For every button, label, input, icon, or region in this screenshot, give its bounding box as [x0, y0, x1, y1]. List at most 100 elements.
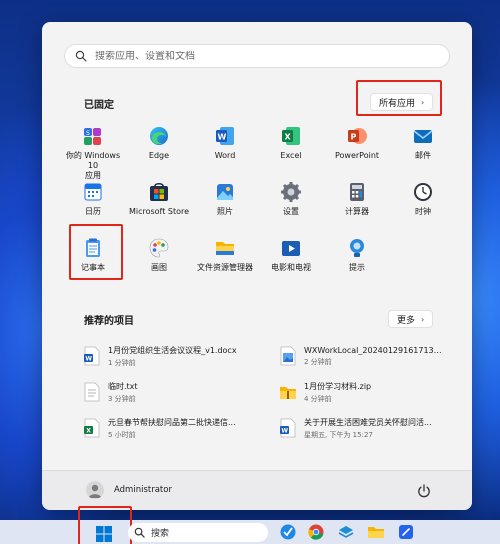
note-app-icon[interactable] [398, 524, 414, 540]
user-account-button[interactable]: Administrator [86, 481, 172, 499]
pinned-app-label: 日历 [85, 207, 101, 216]
recommended-item[interactable]: W 1月份党组织生活会议议程_v1.docx 1 分钟前 [84, 338, 280, 374]
notepad-icon [82, 237, 104, 259]
pinned-app-label: 邮件 [415, 151, 431, 160]
calculator-icon [346, 181, 368, 203]
mail-icon [412, 125, 434, 147]
recommended-list: W 1月份党组织生活会议议程_v1.docx 1 分钟前 WXWorkLocal… [84, 338, 444, 446]
excel-icon: X [280, 125, 302, 147]
pinned-app-settings[interactable]: 设置 [258, 178, 324, 234]
layers-app-icon[interactable] [338, 524, 354, 540]
recommended-item-time: 5 小时前 [108, 430, 136, 439]
pinned-app-movies-tv[interactable]: 电影和电视 [258, 234, 324, 290]
pinned-app-calendar[interactable]: 日历 [60, 178, 126, 234]
windows-start-icon[interactable] [96, 526, 112, 542]
svg-text:W: W [85, 356, 92, 363]
search-input[interactable] [95, 50, 425, 62]
chevron-right-icon: › [421, 314, 425, 324]
pinned-app-label: 记事本 [81, 263, 105, 272]
recommended-item-time: 4 分钟前 [304, 394, 332, 403]
svg-text:P: P [351, 133, 357, 142]
text-file-icon [84, 382, 100, 402]
windows-apps-icon: S [82, 125, 104, 147]
search-icon [75, 50, 87, 62]
pinned-app-paint[interactable]: 画图 [126, 234, 192, 290]
taskbar-search[interactable]: 搜索 [128, 523, 268, 542]
pinned-app-label: 时钟 [415, 207, 431, 216]
word-icon: W [214, 125, 236, 147]
recommended-item-time: 1 分钟前 [108, 358, 136, 367]
pinned-app-word[interactable]: W Word [192, 122, 258, 178]
zip-folder-icon [280, 387, 296, 399]
recommended-item-name: 关于开展生活困难党员关怀慰问活... [304, 417, 432, 427]
pinned-app-mail[interactable]: 邮件 [390, 122, 456, 178]
clock-icon [412, 181, 434, 203]
all-apps-button[interactable]: 所有应用 › [370, 93, 434, 111]
excel-doc-icon: X [84, 418, 100, 438]
pinned-app-file-explorer[interactable]: 文件资源管理器 [192, 234, 258, 290]
power-icon[interactable] [416, 483, 432, 499]
pinned-app-calculator[interactable]: 计算器 [324, 178, 390, 234]
movies-tv-icon [280, 237, 302, 259]
recommended-item-name: 1月份党组织生活会议议程_v1.docx [108, 345, 237, 355]
username-label: Administrator [114, 485, 172, 495]
pinned-app-label: Excel [280, 151, 302, 160]
start-menu: 已固定 所有应用 › S 你的 Windows 10 应用 [42, 22, 472, 510]
search-icon [134, 527, 145, 538]
vscode-like-icon[interactable] [280, 524, 296, 540]
pinned-app-label: 计算器 [345, 207, 369, 216]
pinned-app-windows-apps[interactable]: S 你的 Windows 10 应用 [60, 122, 126, 180]
word-doc-icon: W [84, 346, 100, 366]
edge-icon [148, 125, 170, 147]
pinned-app-store[interactable]: Microsoft Store [126, 178, 192, 234]
pinned-app-photos[interactable]: 照片 [192, 178, 258, 234]
chrome-icon[interactable] [308, 524, 324, 540]
pinned-apps-grid: S 你的 Windows 10 应用 Edge W Word X Excel P… [60, 122, 456, 290]
photos-icon [214, 181, 236, 203]
recommended-item[interactable]: W 关于开展生活困难党员关怀慰问活... 星期五, 下午为 15:27 [280, 410, 444, 446]
pinned-app-label: 照片 [217, 207, 233, 216]
taskbar-search-label: 搜索 [151, 529, 170, 539]
recommended-item-time: 星期五, 下午为 15:27 [304, 430, 373, 439]
svg-text:X: X [285, 133, 292, 142]
word-doc-icon: W [280, 418, 296, 438]
svg-text:X: X [86, 428, 91, 435]
pinned-app-label: Edge [148, 151, 170, 160]
pinned-app-label: Microsoft Store [128, 207, 190, 216]
tips-icon [346, 237, 368, 259]
user-icon [88, 484, 102, 498]
pinned-app-label: 电影和电视 [271, 263, 311, 272]
pinned-app-notepad[interactable]: 记事本 [60, 234, 126, 290]
chevron-right-icon: › [421, 97, 425, 107]
recommended-item[interactable]: WXWorkLocal_20240129161713.png 2 分钟前 [280, 338, 444, 374]
settings-icon [280, 181, 302, 203]
recommended-title: 推荐的项目 [84, 316, 134, 327]
recommended-item[interactable]: X 元旦春节帮扶慰问品第二批快递信... 5 小时前 [84, 410, 280, 446]
pinned-app-label: 设置 [283, 207, 299, 216]
recommended-item[interactable]: 1月份学习材料.zip 4 分钟前 [280, 374, 444, 410]
recommended-item[interactable]: 临时.txt 3 分钟前 [84, 374, 280, 410]
pinned-app-label: 画图 [151, 263, 167, 272]
pinned-app-label: PowerPoint [334, 151, 380, 160]
search-box[interactable] [64, 44, 450, 68]
folder-icon[interactable] [368, 524, 384, 540]
paint-icon [148, 237, 170, 259]
pinned-app-tips[interactable]: 提示 [324, 234, 390, 290]
pinned-app-powerpoint[interactable]: P PowerPoint [324, 122, 390, 178]
pinned-title: 已固定 [84, 100, 114, 111]
pinned-app-clock[interactable]: 时钟 [390, 178, 456, 234]
svg-text:W: W [281, 428, 288, 435]
calendar-icon [82, 181, 104, 203]
recommended-item-name: 元旦春节帮扶慰问品第二批快递信... [108, 417, 236, 427]
recommended-item-time: 2 分钟前 [304, 357, 332, 366]
powerpoint-icon: P [346, 125, 368, 147]
pinned-app-edge[interactable]: Edge [126, 122, 192, 178]
recommended-item-name: 1月份学习材料.zip [304, 381, 372, 391]
pinned-app-label: 提示 [349, 263, 365, 272]
recommended-item-name: 临时.txt [108, 381, 138, 391]
svg-text:W: W [218, 133, 227, 142]
pinned-app-label: 文件资源管理器 [197, 263, 253, 272]
pinned-app-excel[interactable]: X Excel [258, 122, 324, 178]
svg-text:S: S [86, 130, 90, 137]
more-button[interactable]: 更多 › [388, 310, 434, 328]
